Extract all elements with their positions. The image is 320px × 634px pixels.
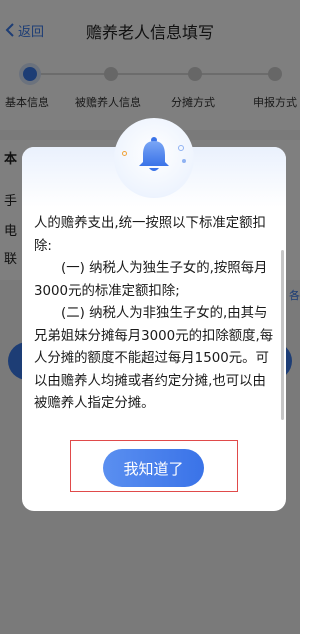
bell-icon	[139, 137, 169, 171]
acknowledge-button[interactable]: 我知道了	[103, 449, 204, 487]
dialog-content: 人的赡养支出,统一按照以下标准定额扣除: (一) 纳税人为独生子女的,按照每月3…	[34, 213, 274, 416]
info-dialog: 人的赡养支出,统一按照以下标准定额扣除: (一) 纳税人为独生子女的,按照每月3…	[22, 118, 286, 511]
dialog-scrollbar[interactable]	[281, 250, 284, 420]
sparkle-decoration	[122, 151, 127, 156]
dialog-paragraph: (二) 纳税人为非独生子女的,由其与兄弟姐妹分摊每月3000元的扣除额度,每人分…	[34, 306, 274, 411]
sparkle-decoration	[182, 159, 186, 163]
dialog-paragraph: (一) 纳税人为独生子女的,按照每月3000元的标准定额扣除;	[34, 261, 268, 299]
dialog-paragraph: 人的赡养支出,统一按照以下标准定额扣除:	[34, 216, 266, 254]
sparkle-decoration	[178, 145, 184, 151]
